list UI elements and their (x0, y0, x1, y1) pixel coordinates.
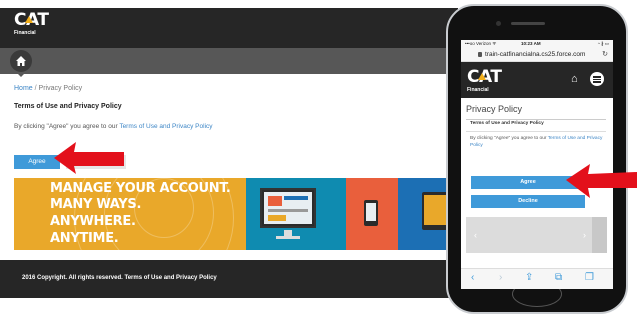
breadcrumb-current: Privacy Policy (38, 85, 83, 92)
mobile-home-icon[interactable]: ⌂ (571, 74, 578, 85)
home-button[interactable] (10, 50, 32, 72)
battery-icon: ◔ ∦ ▭ (597, 41, 609, 46)
safari-toolbar: ‹ › ⇪ ⧉ ❐ (461, 268, 613, 289)
mobile-menu-icon[interactable] (590, 72, 604, 86)
mobile-subtitle: Terms of Use and Privacy Policy (470, 121, 544, 126)
banner-line-4: ANYTIME. (50, 231, 119, 246)
desktop-nav-bar (0, 48, 458, 74)
arrow-to-agree-desktop-icon (54, 142, 124, 174)
agreement-prefix: By clicking "Agree" you agree to our (14, 123, 120, 130)
phone-camera (496, 21, 501, 26)
banner-line-1: MANAGE YOUR ACCOUNT. (50, 181, 231, 196)
tabs-icon[interactable]: ❐ (585, 273, 594, 283)
mobile-carousel: ‹ › (466, 217, 592, 253)
divider (466, 119, 606, 120)
arrow-to-agree-mobile-icon (566, 164, 637, 198)
phone-speaker (511, 22, 545, 25)
screenshot-stage: CAT Financial Home / Privacy Policy Term… (0, 0, 637, 316)
mobile-page-title: Privacy Policy (466, 104, 523, 114)
home-icon (16, 56, 26, 66)
reload-icon[interactable]: ↻ (602, 50, 608, 58)
monitor-illustration (260, 188, 316, 228)
carrier-label: •••oo Verizon ᯤ (465, 41, 497, 46)
desktop-header: CAT Financial (0, 8, 458, 48)
logo-subtext: Financial (14, 30, 36, 36)
terms-link[interactable]: Terms of Use and Privacy Policy (119, 123, 212, 130)
lock-icon (478, 52, 482, 57)
promo-banner: MANAGE YOUR ACCOUNT. MANY WAYS. ANYWHERE… (14, 178, 458, 250)
breadcrumb-home-link[interactable]: Home (14, 85, 33, 92)
nav-notch (16, 72, 26, 77)
url-text: train-catfinancialna.cs25.force.com (485, 51, 586, 58)
mobile-cat-logo[interactable]: CAT Financial (467, 68, 502, 96)
bookmarks-icon[interactable]: ⧉ (555, 273, 562, 283)
clock-label: 10:23 AM (521, 41, 541, 46)
divider (466, 131, 606, 132)
carousel-side-panel (592, 217, 607, 253)
page-title: Terms of Use and Privacy Policy (14, 103, 122, 110)
phone-frame: •••oo Verizon ᯤ 10:23 AM ◔ ∦ ▭ train-cat… (446, 4, 628, 314)
carousel-prev-icon[interactable]: ‹ (474, 230, 477, 240)
phone-illustration (364, 200, 378, 226)
logo-triangle-icon (25, 16, 33, 23)
footer-text: 2016 Copyright. All rights reserved. Ter… (22, 275, 217, 281)
agreement-text: By clicking "Agree" you agree to our Ter… (14, 123, 213, 130)
mobile-agreement-text: By clicking "Agree" you agree to our Ter… (470, 135, 605, 149)
breadcrumb: Home / Privacy Policy (14, 85, 82, 92)
status-bar: •••oo Verizon ᯤ 10:23 AM ◔ ∦ ▭ (461, 40, 613, 48)
forward-icon[interactable]: › (499, 273, 502, 283)
mobile-logo-triangle-icon (478, 73, 486, 80)
mobile-header: CAT Financial ⌂ (461, 62, 613, 98)
cat-financial-logo[interactable]: CAT Financial (14, 11, 49, 41)
mobile-logo-subtext: Financial (467, 87, 489, 93)
back-icon[interactable]: ‹ (471, 273, 474, 283)
monitor-base (276, 236, 300, 239)
mobile-agreement-prefix: By clicking "Agree" you agree to our (470, 136, 548, 141)
banner-line-3: ANYWHERE. (50, 214, 136, 229)
share-icon[interactable]: ⇪ (525, 273, 533, 283)
carousel-next-icon[interactable]: › (583, 230, 586, 240)
banner-line-2: MANY WAYS. (50, 197, 142, 212)
url-bar[interactable]: train-catfinancialna.cs25.force.com ↻ (461, 48, 613, 62)
